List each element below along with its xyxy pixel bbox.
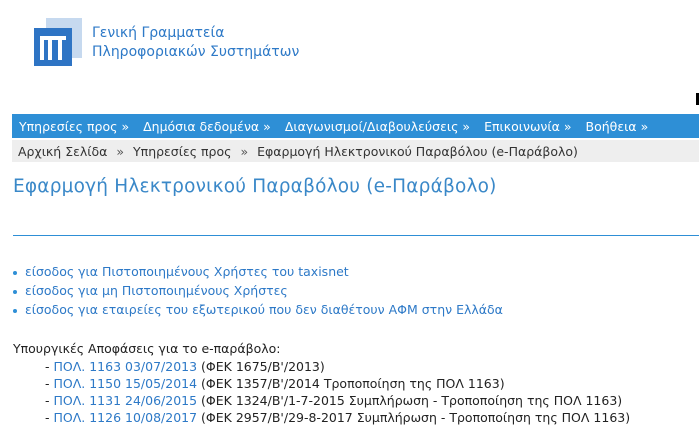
breadcrumb-current: Εφαρμογή Ηλεκτρονικού Παραβόλου (e-Παράβ… — [257, 143, 578, 159]
breadcrumb: Αρχική Σελίδα » Υπηρεσίες προς » Εφαρμογ… — [12, 140, 699, 162]
link-taxisnet-users[interactable]: είσοδος για Πιστοποιημένους Χρήστες του … — [25, 264, 349, 279]
site-header: Γενική Γραμματεία Πληροφοριακών Συστημάτ… — [0, 0, 699, 112]
decision-link[interactable]: ΠΟΛ. 1126 10/08/2017 — [53, 410, 197, 425]
org-name: Γενική Γραμματεία Πληροφοριακών Συστημάτ… — [92, 24, 299, 62]
bullet-icon — [13, 289, 17, 294]
decision-link[interactable]: ΠΟΛ. 1163 03/07/2013 — [53, 359, 197, 374]
decision-row: - ΠΟΛ. 1126 10/08/2017 (ΦΕΚ 2957/Β'/29-8… — [45, 410, 631, 425]
nav-tenders[interactable]: Διαγωνισμοί/Διαβουλεύσεις» — [278, 119, 477, 134]
login-links: είσοδος για Πιστοποιημένους Χρήστες του … — [13, 262, 503, 319]
link-non-certified-users[interactable]: είσοδος για μη Πιστοποιημένους Χρήστες — [25, 283, 288, 298]
title-divider — [13, 235, 699, 236]
decision-row: - ΠΟΛ. 1150 15/05/2014 (ΦΕΚ 1357/Β'/2014… — [45, 376, 505, 391]
decision-row: - ΠΟΛ. 1163 03/07/2013 (ΦΕΚ 1675/Β'/2013… — [45, 359, 325, 374]
decision-row: - ΠΟΛ. 1131 24/06/2015 (ΦΕΚ 1324/Β'/1-7-… — [45, 393, 623, 408]
bullet-icon — [13, 270, 17, 275]
list-item: είσοδος για Πιστοποιημένους Χρήστες του … — [13, 262, 503, 281]
decision-link[interactable]: ΠΟΛ. 1150 15/05/2014 — [53, 376, 197, 391]
decision-link[interactable]: ΠΟΛ. 1131 24/06/2015 — [53, 393, 197, 408]
org-name-line2: Πληροφοριακών Συστημάτων — [92, 44, 300, 60]
breadcrumb-separator: » — [240, 143, 249, 159]
main-nav: Υπηρεσίες προς» Δημόσια δεδομένα» Διαγων… — [12, 114, 699, 138]
bullet-icon — [13, 308, 17, 313]
breadcrumb-services[interactable]: Υπηρεσίες προς — [127, 144, 237, 159]
breadcrumb-separator: » — [116, 143, 125, 159]
gsis-logo-icon[interactable] — [32, 16, 84, 68]
list-item: είσοδος για μη Πιστοποιημένους Χρήστες — [13, 281, 503, 300]
nav-contact[interactable]: Επικοινωνία» — [477, 119, 578, 134]
breadcrumb-home[interactable]: Αρχική Σελίδα — [12, 144, 113, 159]
decisions-heading: Υπουργικές Αποφάσεις για το e-παράβολο: — [13, 341, 281, 356]
ministerial-decisions: Υπουργικές Αποφάσεις για το e-παράβολο: … — [13, 340, 630, 426]
nav-help[interactable]: Βοήθεια» — [579, 119, 656, 134]
nav-public-data[interactable]: Δημόσια δεδομένα» — [136, 119, 278, 134]
page-title: Εφαρμογή Ηλεκτρονικού Παραβόλου (e-Παράβ… — [13, 176, 497, 197]
nav-services[interactable]: Υπηρεσίες προς» — [12, 119, 136, 134]
list-item: είσοδος για εταιρείες του εξωτερικού που… — [13, 300, 503, 319]
org-name-line1: Γενική Γραμματεία — [92, 25, 225, 41]
link-foreign-companies[interactable]: είσοδος για εταιρείες του εξωτερικού που… — [25, 302, 503, 317]
